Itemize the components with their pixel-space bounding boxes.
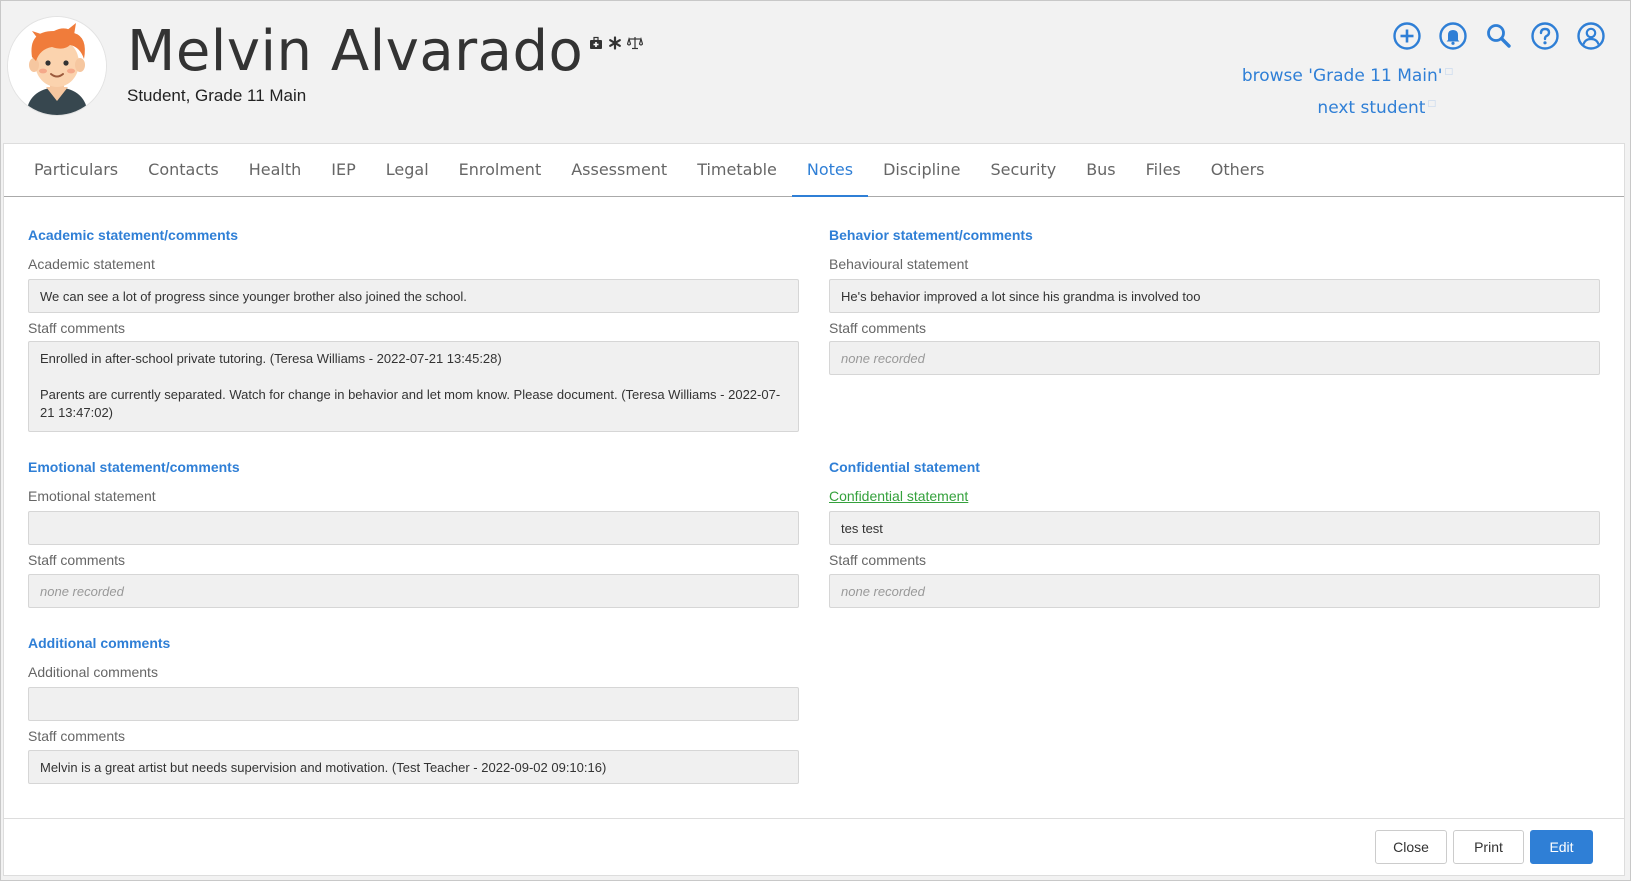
student-header: Melvin Alvarado Student, Grade 11 Main b… xyxy=(0,0,1631,140)
additional-statement-field xyxy=(28,687,799,721)
academic-section-title: Academic statement/comments xyxy=(28,227,239,243)
empty-value: none recorded xyxy=(841,351,925,366)
staff-comment: Parents are currently separated. Watch f… xyxy=(40,387,781,420)
empty-value: none recorded xyxy=(841,584,925,599)
confidential-statement-link[interactable]: Confidential statement xyxy=(829,488,968,504)
external-link-icon: □ xyxy=(1427,99,1436,110)
confidential-statement-field: tes test xyxy=(829,511,1600,545)
bell-icon[interactable] xyxy=(1437,20,1469,52)
tab-assessment[interactable]: Assessment xyxy=(556,144,682,197)
tab-timetable[interactable]: Timetable xyxy=(682,144,792,197)
student-badges xyxy=(589,36,644,53)
academic-statement-label: Academic statement xyxy=(28,256,155,272)
next-student-link[interactable]: next student □ xyxy=(1317,98,1436,118)
tab-contacts[interactable]: Contacts xyxy=(133,144,234,197)
close-button[interactable]: Close xyxy=(1375,830,1447,864)
tab-bus[interactable]: Bus xyxy=(1071,144,1130,197)
student-name: Melvin Alvarado xyxy=(127,19,584,84)
tab-legal[interactable]: Legal xyxy=(371,144,444,197)
academic-staff-label: Staff comments xyxy=(28,320,126,336)
tab-others[interactable]: Others xyxy=(1196,144,1280,197)
behavior-statement-label: Behavioural statement xyxy=(829,256,969,272)
add-circle-icon[interactable] xyxy=(1391,20,1423,52)
emotional-statement-field xyxy=(28,511,799,545)
edit-button[interactable]: Edit xyxy=(1530,830,1593,864)
browse-group-label: browse 'Grade 11 Main' xyxy=(1241,66,1443,86)
tab-enrolment[interactable]: Enrolment xyxy=(444,144,557,197)
academic-staff-comments: Enrolled in after-school private tutorin… xyxy=(28,341,799,432)
behavior-statement-value: He's behavior improved a lot since his g… xyxy=(841,289,1201,304)
dialog-footer: Close Print Edit xyxy=(4,818,1624,876)
student-avatar xyxy=(8,17,106,115)
confidential-staff-comments: none recorded xyxy=(829,574,1600,608)
tab-iep[interactable]: IEP xyxy=(316,144,370,197)
tab-discipline[interactable]: Discipline xyxy=(868,144,975,197)
academic-statement-field: We can see a lot of progress since young… xyxy=(28,279,799,313)
account-icon[interactable] xyxy=(1575,20,1607,52)
external-link-icon: □ xyxy=(1444,67,1453,78)
staff-comment: Melvin is a great artist but needs super… xyxy=(40,760,607,775)
behavior-statement-field: He's behavior improved a lot since his g… xyxy=(829,279,1600,313)
academic-statement-value: We can see a lot of progress since young… xyxy=(40,289,467,304)
additional-statement-label: Additional comments xyxy=(28,664,158,680)
additional-staff-label: Staff comments xyxy=(28,728,126,744)
avatar-illustration xyxy=(8,17,106,115)
confidential-section-title: Confidential statement xyxy=(829,459,980,475)
tab-security[interactable]: Security xyxy=(975,144,1071,197)
notes-card: Particulars Contacts Health IEP Legal En… xyxy=(3,143,1625,876)
scales-icon[interactable] xyxy=(627,36,644,53)
tab-health[interactable]: Health xyxy=(234,144,317,197)
emotional-staff-label: Staff comments xyxy=(28,552,126,568)
behavior-staff-label: Staff comments xyxy=(829,320,927,336)
student-name-row: Melvin Alvarado xyxy=(127,14,644,90)
print-button[interactable]: Print xyxy=(1453,830,1524,864)
medical-kit-icon[interactable] xyxy=(589,36,603,53)
asterisk-icon[interactable] xyxy=(608,36,622,53)
empty-value: none recorded xyxy=(40,584,124,599)
emotional-staff-comments: none recorded xyxy=(28,574,799,608)
staff-comment: Enrolled in after-school private tutorin… xyxy=(40,351,502,366)
additional-section-title: Additional comments xyxy=(28,635,171,651)
tab-notes[interactable]: Notes xyxy=(791,144,869,197)
behavior-section-title: Behavior statement/comments xyxy=(829,227,1033,243)
next-student-label: next student xyxy=(1317,98,1426,118)
behavior-staff-comments: none recorded xyxy=(829,341,1600,375)
emotional-section-title: Emotional statement/comments xyxy=(28,459,240,475)
additional-staff-comments: Melvin is a great artist but needs super… xyxy=(28,750,799,784)
confidential-staff-label: Staff comments xyxy=(829,552,927,568)
student-subtitle: Student, Grade 11 Main xyxy=(127,86,307,105)
tab-bar: Particulars Contacts Health IEP Legal En… xyxy=(4,144,1624,197)
tab-files[interactable]: Files xyxy=(1131,144,1196,197)
tab-particulars[interactable]: Particulars xyxy=(34,144,133,197)
emotional-statement-label: Emotional statement xyxy=(28,488,156,504)
search-icon[interactable] xyxy=(1483,20,1515,52)
help-icon[interactable] xyxy=(1529,20,1561,52)
header-toolbar xyxy=(1391,20,1607,52)
browse-group-link[interactable]: browse 'Grade 11 Main' □ xyxy=(1242,66,1453,86)
confidential-statement-value: tes test xyxy=(841,521,883,536)
